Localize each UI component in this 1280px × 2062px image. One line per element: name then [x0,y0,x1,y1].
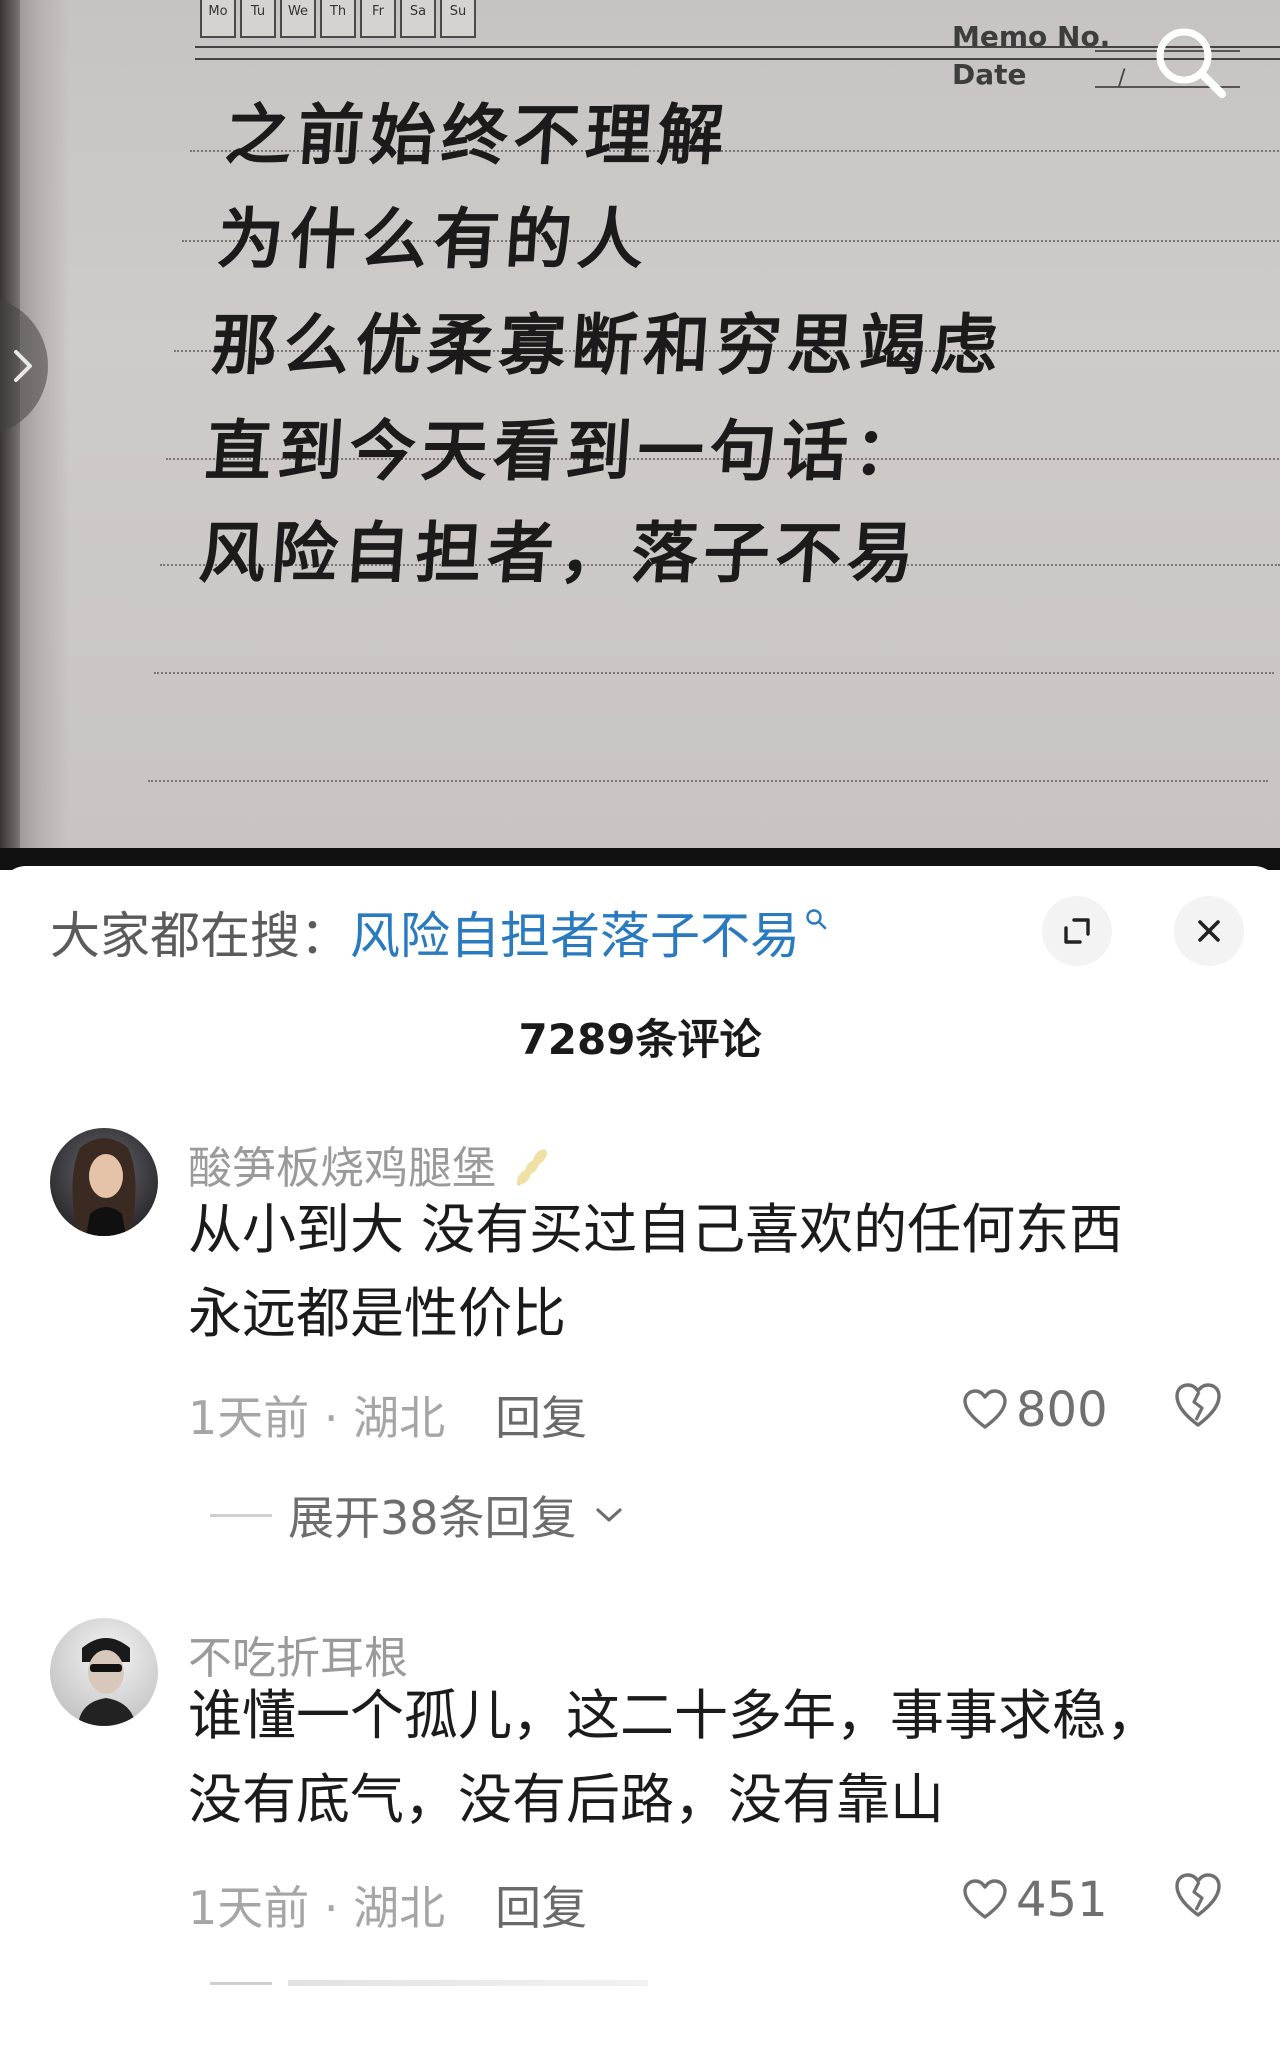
weekday-box: Th [320,0,356,38]
ruled-line [148,780,1268,782]
expand-replies-label: 展开38条回复 [288,1491,577,1545]
comment-text: 谁懂一个孤儿，这二十多年，事事求稳， 没有底气，没有后路，没有靠山 [188,1674,1248,1842]
comment-meta: 1天前 · 湖北 回复 [188,1872,587,1938]
comment-text-line: 永远都是性价比 [188,1282,566,1345]
weekday-box: Sa [400,0,436,38]
weekday-box: Su [440,0,476,38]
like-button[interactable]: 451 [962,1872,1108,1928]
comment-time-location: 1天前 · 湖北 [188,1391,446,1445]
comment-meta: 1天前 · 湖北 回复 [188,1382,587,1448]
ruled-line [154,672,1274,674]
handwriting-line: 风险自担者，落子不易 [196,514,923,592]
weekday-box: We [280,0,316,38]
like-button[interactable]: 800 [962,1382,1108,1438]
weekday-box: Mo [200,0,236,38]
search-icon[interactable] [1148,20,1232,104]
chevron-right-icon [14,350,32,382]
expand-replies-button[interactable] [210,1980,648,1986]
expand-icon [1064,918,1090,944]
handwriting-line: 为什么有的人 [214,200,653,278]
dislike-icon[interactable] [1172,1870,1224,1922]
comment-sheet: 大家都在搜：风险自担者落子不易 7289条评论 酸笋板烧鸡腿堡 从小到大 没有买… [0,866,1280,2062]
like-count: 451 [1016,1872,1108,1928]
date-label: Date [952,58,1027,91]
comment-time-location: 1天前 · 湖北 [188,1881,446,1935]
avatar[interactable] [50,1618,158,1726]
reply-button[interactable]: 回复 [495,1881,587,1935]
divider [210,1981,272,1985]
reply-button[interactable]: 回复 [495,1391,587,1445]
memo-number-label: Memo No. [952,20,1111,53]
avatar[interactable] [50,1128,158,1236]
trending-search-prefix: 大家都在搜： [50,907,350,965]
comment-text-line: 谁懂一个孤儿，这二十多年，事事求稳， [188,1684,1160,1747]
header-rule [195,58,1280,60]
expand-replies-button[interactable]: 展开38条回复 [210,1482,625,1548]
comment-text: 从小到大 没有买过自己喜欢的任何东西 永远都是性价比 [188,1188,1248,1356]
handwriting-line: 直到今天看到一句话： [202,412,929,490]
memo-labels: Memo No. Date [952,18,1110,94]
header-rule [195,46,1280,48]
like-count: 800 [1016,1382,1108,1438]
chevron-down-icon [595,1508,622,1522]
comment-text-line: 没有底气，没有后路，没有靠山 [188,1768,944,1831]
expand-button[interactable] [1042,896,1112,966]
comment-count: 7289条评论 [518,1015,762,1064]
handwriting-line: 那么优柔寡断和穷思竭虑 [208,306,1007,384]
trending-search-term[interactable]: 风险自担者落子不易 [350,907,800,965]
heart-icon [963,1879,1007,1919]
handwriting-line: 之前始终不理解 [222,96,733,174]
dislike-icon[interactable] [1172,1380,1224,1432]
loading-placeholder [288,1980,648,1986]
notebook-photo: Mo Tu We Th Fr Sa Su Memo No. Date / 之前始… [0,0,1280,848]
comment-text-line: 从小到大 没有买过自己喜欢的任何东西 [188,1198,1124,1261]
comment-username[interactable]: 酸笋板烧鸡腿堡 [188,1132,554,1196]
date-slash: / [1118,66,1126,91]
wheat-icon [516,1149,548,1186]
close-button[interactable] [1174,896,1244,966]
weekday-box: Tu [240,0,276,38]
close-icon [1198,920,1220,942]
weekday-boxes: Mo Tu We Th Fr Sa Su [200,0,480,38]
divider [210,1513,272,1517]
trending-search-hint[interactable]: 大家都在搜：风险自担者落子不易 [50,896,828,968]
weekday-box: Fr [360,0,396,38]
search-icon [806,909,827,930]
heart-icon [963,1389,1007,1429]
